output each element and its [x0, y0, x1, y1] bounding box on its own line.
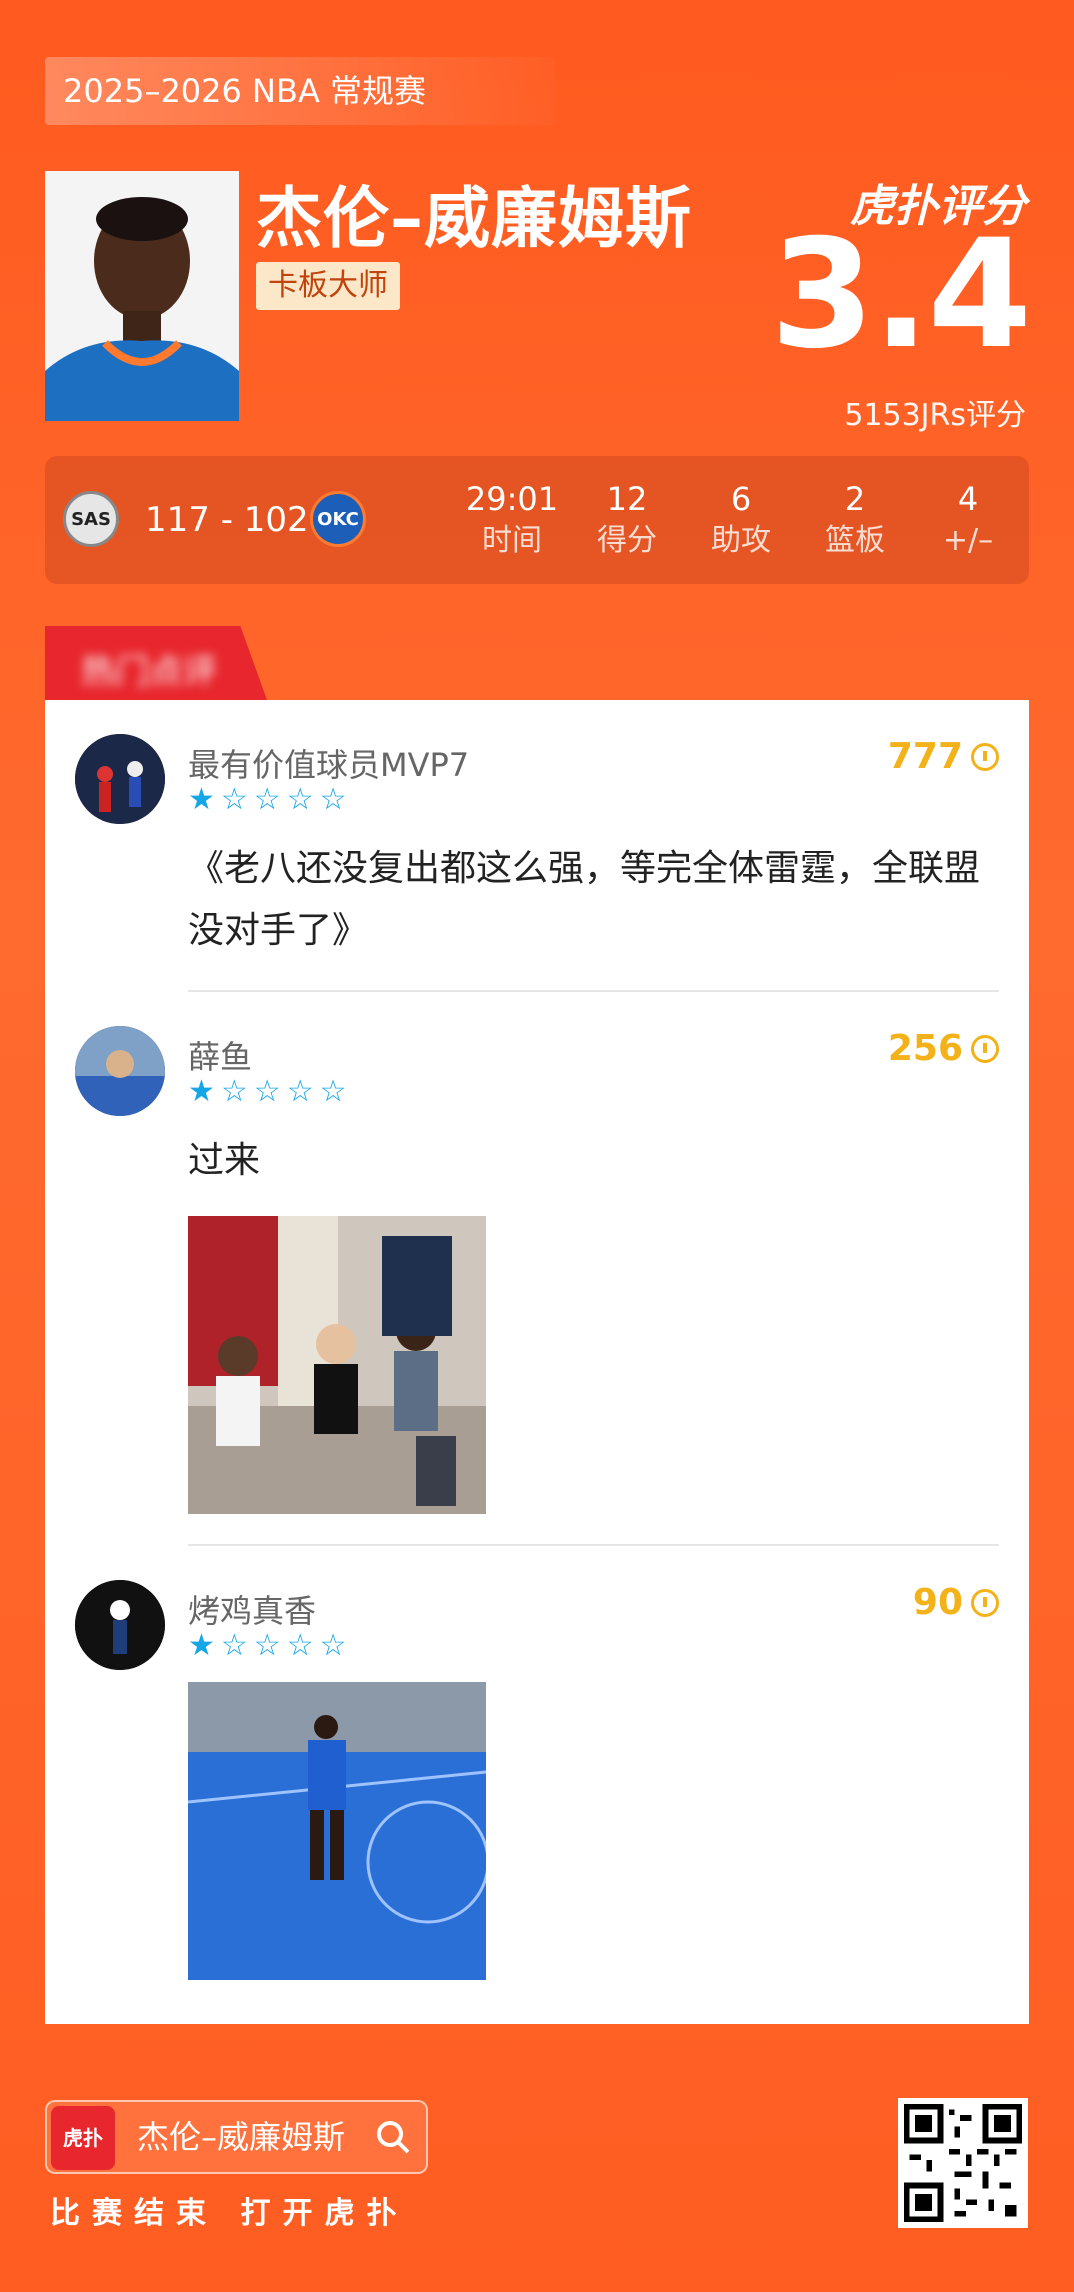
comments-card: 最有价值球员MVP7 ★☆☆☆☆ 777 《老八还没复出都这么强，等完全体雷霆，… [45, 700, 1029, 2024]
rating-count: 5153JRs评分 [844, 398, 1026, 433]
comment-image[interactable] [188, 1216, 486, 1514]
lightbulb-icon [971, 1034, 999, 1063]
lightbulb-icon [971, 742, 999, 771]
comment-username[interactable]: 最有价值球员MVP7 [188, 740, 469, 786]
comment-text: 过来 [188, 1140, 261, 1181]
comment-like-button[interactable]: 777 [888, 736, 999, 777]
player-photo [45, 171, 239, 421]
stat-assists: 6 助攻 [711, 480, 771, 558]
user-avatar[interactable] [75, 1026, 165, 1116]
player-name: 杰伦–威廉姆斯 [256, 180, 692, 257]
game-score: 117 - 102 [145, 500, 309, 540]
section-tab[interactable]: 热门点评 [45, 626, 267, 700]
comment-image[interactable] [188, 1682, 486, 1980]
comment-username[interactable]: 烤鸡真香 [188, 1586, 316, 1632]
open-hupu-prompt: 比赛结束 打开虎扑 [50, 2196, 409, 2231]
game-stats-bar[interactable]: SAS 117 - 102 OKC 29:01 时间 12 得分 6 助攻 2 篮板 4… [45, 456, 1029, 584]
stat-points: 12 得分 [597, 480, 657, 558]
bottom-search-bar[interactable]: 虎扑 杰伦–威廉姆斯 [45, 2100, 428, 2174]
divider [188, 990, 999, 992]
okc-team-logo: OKC [310, 491, 366, 547]
stat-time: 29:01 时间 [465, 480, 559, 558]
stat-rebounds: 2 篮板 [825, 480, 885, 558]
comment-like-button[interactable]: 256 [888, 1028, 999, 1069]
comment-text: 《老八还没复出都这么强，等完全体雷霆，全联盟没对手了》 [188, 848, 981, 951]
stat-plus-minus: 4 +/– [942, 480, 994, 558]
rating-score: 3.4 [770, 208, 1032, 382]
season-label: 2025–2026 NBA 常规赛 [45, 57, 555, 125]
sas-team-logo: SAS [63, 491, 119, 547]
comment-star-rating: ★☆☆☆☆ [188, 1628, 353, 1663]
player-tag-badge: 卡板大师 [256, 262, 400, 310]
user-avatar[interactable] [75, 1580, 165, 1670]
comment-star-rating: ★☆☆☆☆ [188, 782, 353, 817]
section-tab-label: 热门点评 [81, 652, 217, 692]
divider [188, 1544, 999, 1546]
user-avatar[interactable] [75, 734, 165, 824]
search-player-name: 杰伦–威廉姆斯 [137, 2118, 346, 2156]
qr-code[interactable] [898, 2098, 1028, 2228]
lightbulb-icon [971, 1588, 999, 1617]
comment-username[interactable]: 薛鱼 [188, 1032, 252, 1078]
search-icon[interactable] [374, 2118, 412, 2156]
comment-like-button[interactable]: 90 [913, 1582, 999, 1623]
comment-star-rating: ★☆☆☆☆ [188, 1074, 353, 1109]
hupu-app-logo: 虎扑 [51, 2106, 115, 2170]
